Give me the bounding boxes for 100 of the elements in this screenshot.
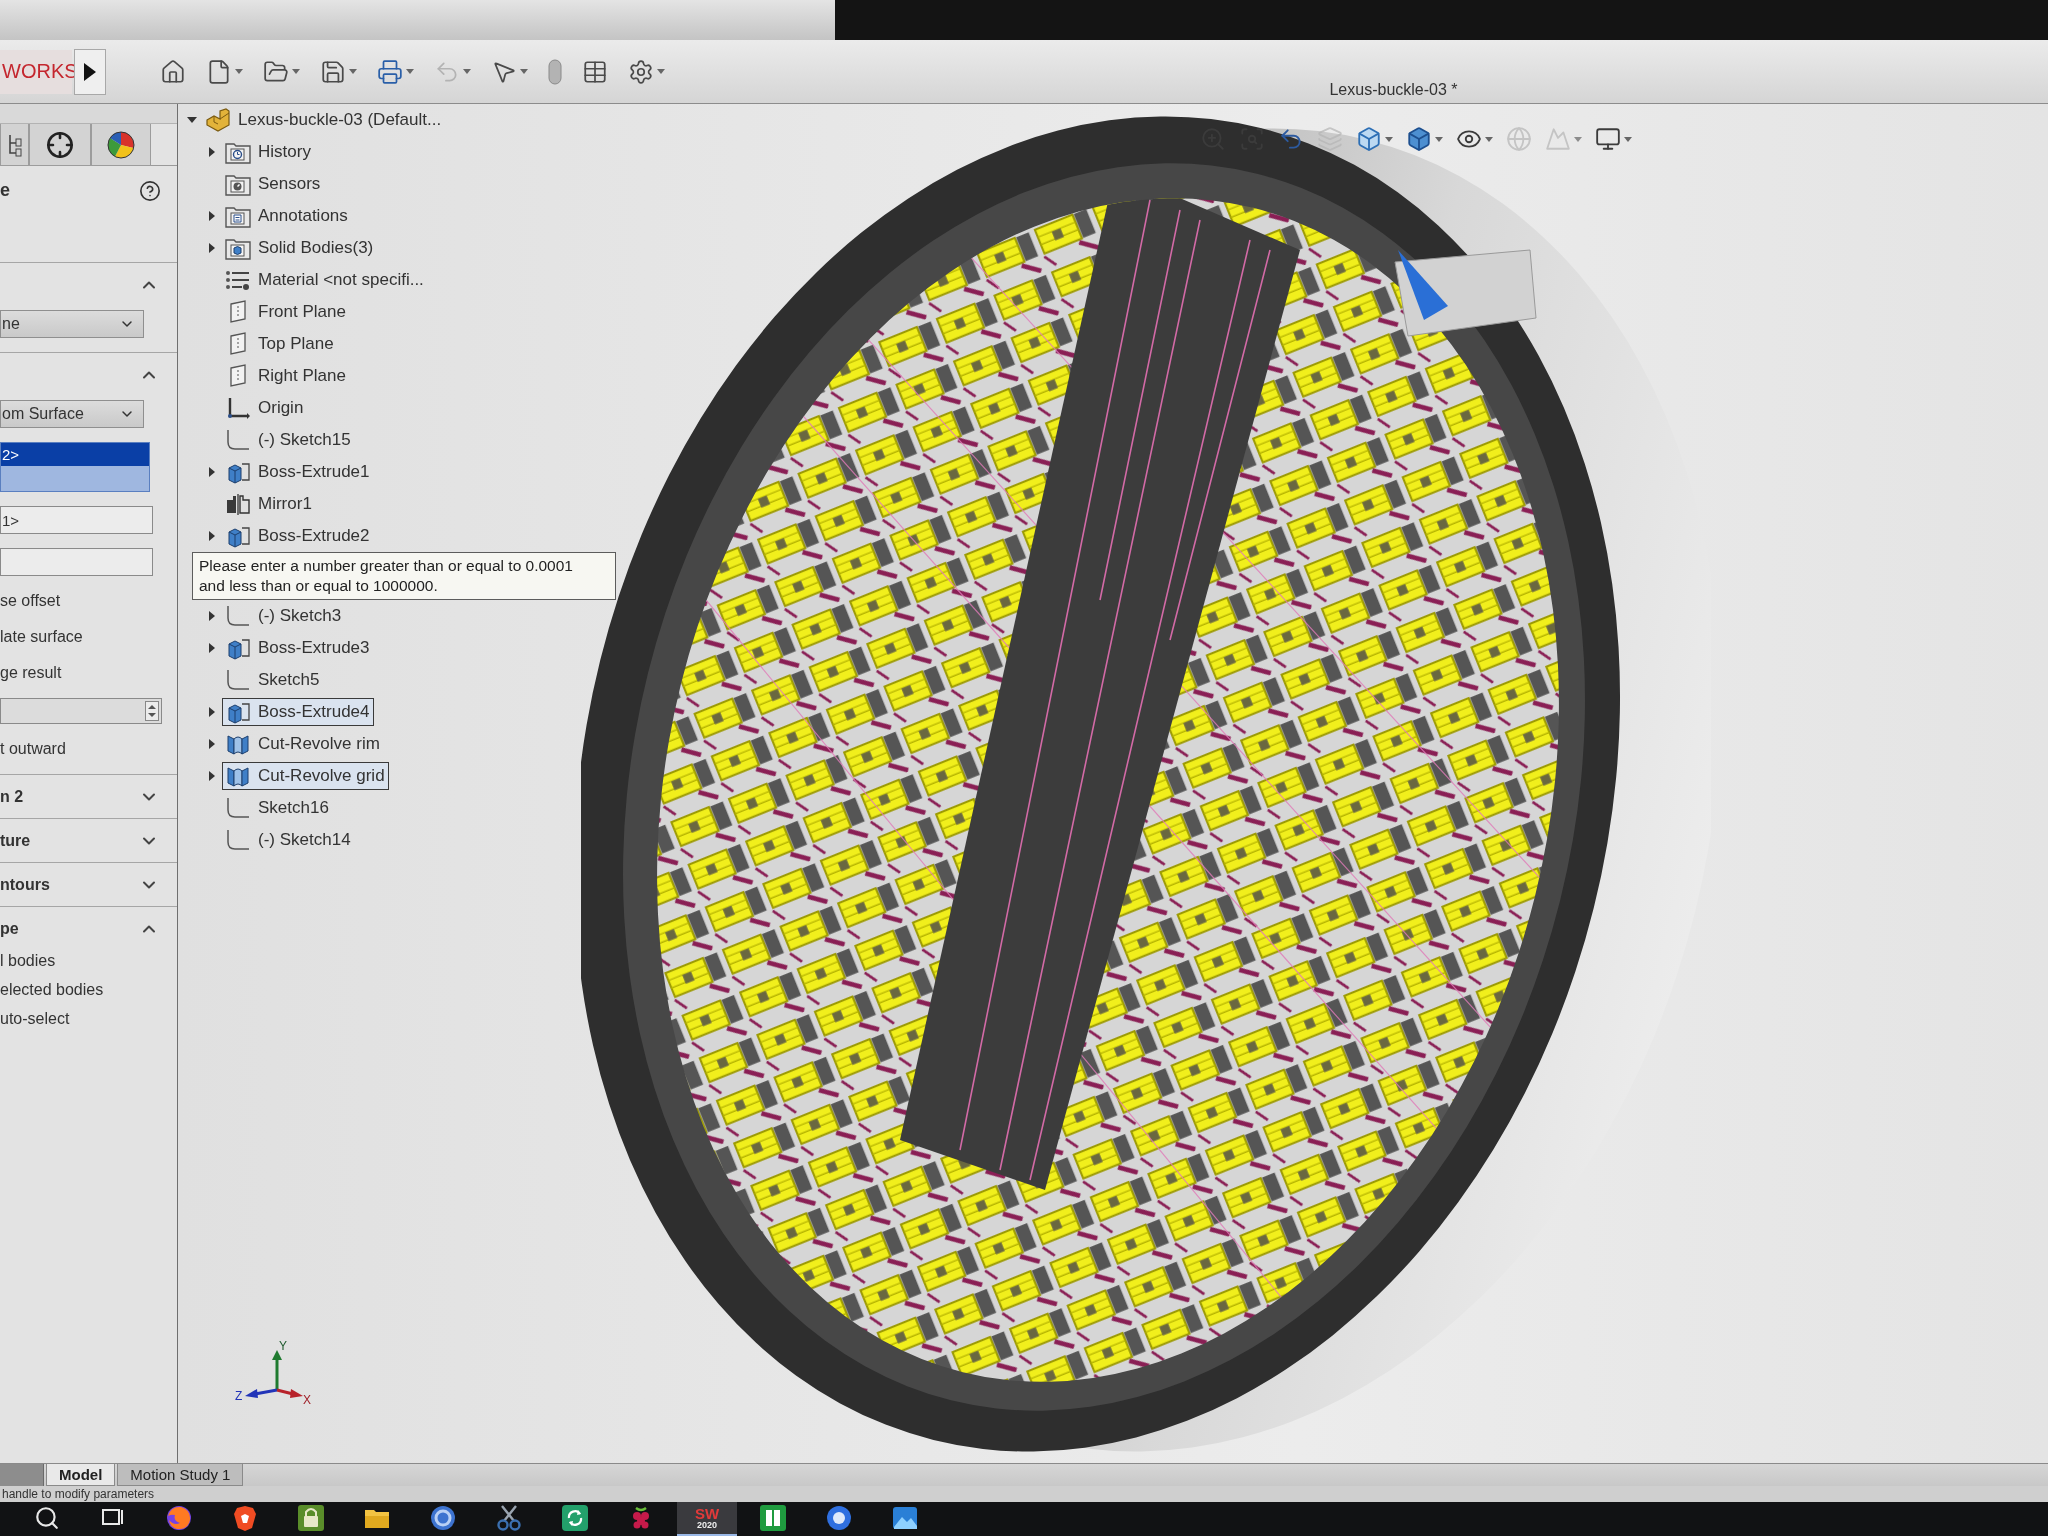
section-header[interactable]: ntours [0,862,177,906]
cube-icon [1356,126,1382,152]
section-header[interactable]: pe [0,906,177,950]
tree-item[interactable]: Boss-Extrude3 [222,634,374,662]
shaded-cube-icon [1406,126,1432,152]
tree-item[interactable]: Cut-Revolve rim [222,730,384,758]
input-field[interactable]: 1> [0,506,153,534]
scissors-icon [495,1504,523,1532]
monitor-icon [1595,126,1621,152]
tree-item[interactable]: Annotations [222,202,352,230]
tree-item[interactable]: Solid Bodies(3) [222,234,378,262]
printer-icon [377,58,403,85]
gauge-folder-icon [225,172,251,196]
status-text: handle to modify parameters [2,1487,155,1501]
sketch-icon [225,604,251,628]
section-header[interactable]: n 2 [0,774,177,818]
document-tab[interactable]: Motion Study 1 [117,1464,244,1486]
tree-item[interactable]: Material <not specifi... [222,266,428,294]
extrude-icon [225,700,251,724]
axes-icon [225,396,251,420]
folder-icon [263,58,289,85]
tree-item[interactable]: Sketch5 [222,666,324,694]
disc-icon [825,1504,853,1532]
option-label: t outward [0,739,67,759]
extrude-icon [225,460,251,484]
table-icon [582,58,608,85]
panel-tab[interactable] [29,124,91,166]
tree-item[interactable]: Top Plane [222,330,338,358]
tooltip: Please enter a number greater than or equal to 0.0001 and less than or equal to 1000000. [192,552,616,600]
revolve-icon [225,732,251,756]
tree-item[interactable]: Cut-Revolve grid [222,762,389,790]
home-icon [160,58,186,85]
axis-label: Z [235,1390,243,1402]
axis-label: X [303,1394,311,1406]
app-logo: WORKS [0,49,72,94]
section-header[interactable]: ture [0,818,177,862]
axis-label: Y [279,1340,287,1352]
tree-item[interactable]: Sketch16 [222,794,333,822]
dropdown[interactable]: om Surface [0,400,144,428]
option-label: late surface [0,627,84,647]
tree-item[interactable]: Lexus-buckle-03 (Default... [202,106,446,134]
list-item[interactable]: 2> [1,443,149,466]
note-folder-icon [225,204,251,228]
document-title: Lexus-buckle-03 * [1329,81,1458,99]
tree-item[interactable]: Sensors [222,170,325,198]
tree-item[interactable]: Boss-Extrude2 [222,522,374,550]
list-icon [225,268,251,292]
menu-expand-button[interactable] [74,48,106,95]
tree-item[interactable]: History [222,138,315,166]
tree-item[interactable]: Right Plane [222,362,350,390]
spin-field[interactable] [0,698,162,724]
search-icon [34,1505,60,1531]
document-tab[interactable]: Model [46,1464,116,1486]
tree-item[interactable]: Origin [222,394,308,422]
tree-item[interactable]: (-) Sketch3 [222,602,346,630]
right-arrow-icon [84,62,96,81]
refresh-arrows-icon [561,1504,589,1532]
tree-item[interactable]: Front Plane [222,298,350,326]
option-label: uto-select [0,1009,71,1029]
ring-icon [429,1504,457,1532]
capsule-icon [548,58,562,85]
save-icon [320,58,346,85]
extrude-icon [225,524,251,548]
part-icon [205,108,231,132]
selection-list[interactable]: 2> [0,442,150,492]
sketch-icon [225,428,251,452]
tree-item[interactable]: Mirror1 [222,490,316,518]
columns-icon [759,1504,787,1532]
sketch-icon [225,668,251,692]
mirror-icon [225,492,251,516]
shield-icon [231,1504,259,1532]
crosshair-icon [46,130,74,159]
spin-arrows-icon [145,701,159,721]
mountain-picture-icon [891,1504,919,1532]
color-wheel-icon [107,130,135,159]
option-label: se offset [0,591,62,611]
tree-item[interactable]: Boss-Extrude1 [222,458,374,486]
layers-icon [1317,126,1343,152]
tree-list-icon [7,132,22,157]
tree-item[interactable]: (-) Sketch15 [222,426,355,454]
back-arrow-icon [1278,126,1304,152]
tree-item[interactable]: Boss-Extrude4 [222,698,374,726]
settings-icon [628,58,654,85]
revolve-icon [225,764,251,788]
app-taskbar-button[interactable]: SW 2020 [677,1502,737,1536]
document-icon [206,58,232,85]
input-field[interactable] [0,548,153,576]
axis-triad-icon [245,1350,303,1398]
panel-tab[interactable] [91,124,151,166]
help-icon[interactable] [139,180,161,202]
extrude-icon [225,636,251,660]
lock-icon [297,1504,325,1532]
tree-item[interactable]: (-) Sketch14 [222,826,355,854]
option-label: elected bodies [0,980,105,1000]
dropdown[interactable]: ne [0,310,144,338]
cube-folder-icon [225,236,251,260]
sketch-icon [225,828,251,852]
magnifier-frame-icon [1239,126,1265,152]
panel-title: e [0,180,10,201]
sketch-icon [225,796,251,820]
